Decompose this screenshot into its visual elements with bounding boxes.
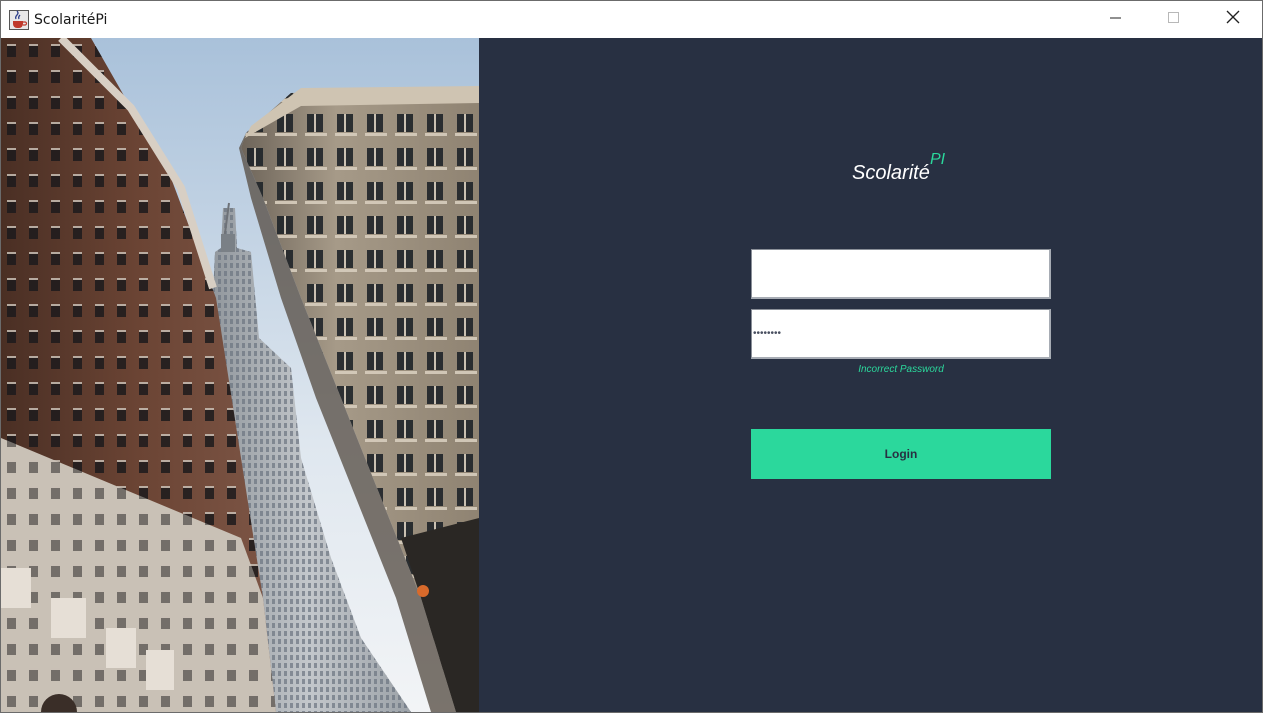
city-buildings-photo <box>1 38 479 712</box>
login-panel: Scolarité PI Incorrect Password Login <box>479 38 1262 712</box>
brand-superscript: PI <box>930 151 946 168</box>
username-input[interactable] <box>752 250 1049 297</box>
login-button[interactable]: Login <box>751 429 1051 479</box>
application-window: ScolaritéPi Scolarité PI •••••••• Incorr… <box>0 0 1263 713</box>
title-bar[interactable]: ScolaritéPi <box>1 1 1262 38</box>
java-coffee-cup-icon <box>9 10 29 30</box>
password-field[interactable] <box>751 309 1051 359</box>
error-message: Incorrect Password <box>858 364 944 375</box>
username-field[interactable] <box>751 249 1051 299</box>
minimize-icon <box>1110 11 1122 29</box>
maximize-icon <box>1168 11 1180 29</box>
maximize-button[interactable] <box>1145 1 1203 38</box>
close-button[interactable] <box>1204 1 1262 38</box>
close-icon <box>1226 10 1240 29</box>
password-input[interactable] <box>752 310 1049 357</box>
window-title: ScolaritéPi <box>34 12 108 28</box>
brand-logo: Scolarité PI <box>852 151 972 198</box>
minimize-button[interactable] <box>1087 1 1145 38</box>
brand-name: Scolarité <box>852 162 930 184</box>
